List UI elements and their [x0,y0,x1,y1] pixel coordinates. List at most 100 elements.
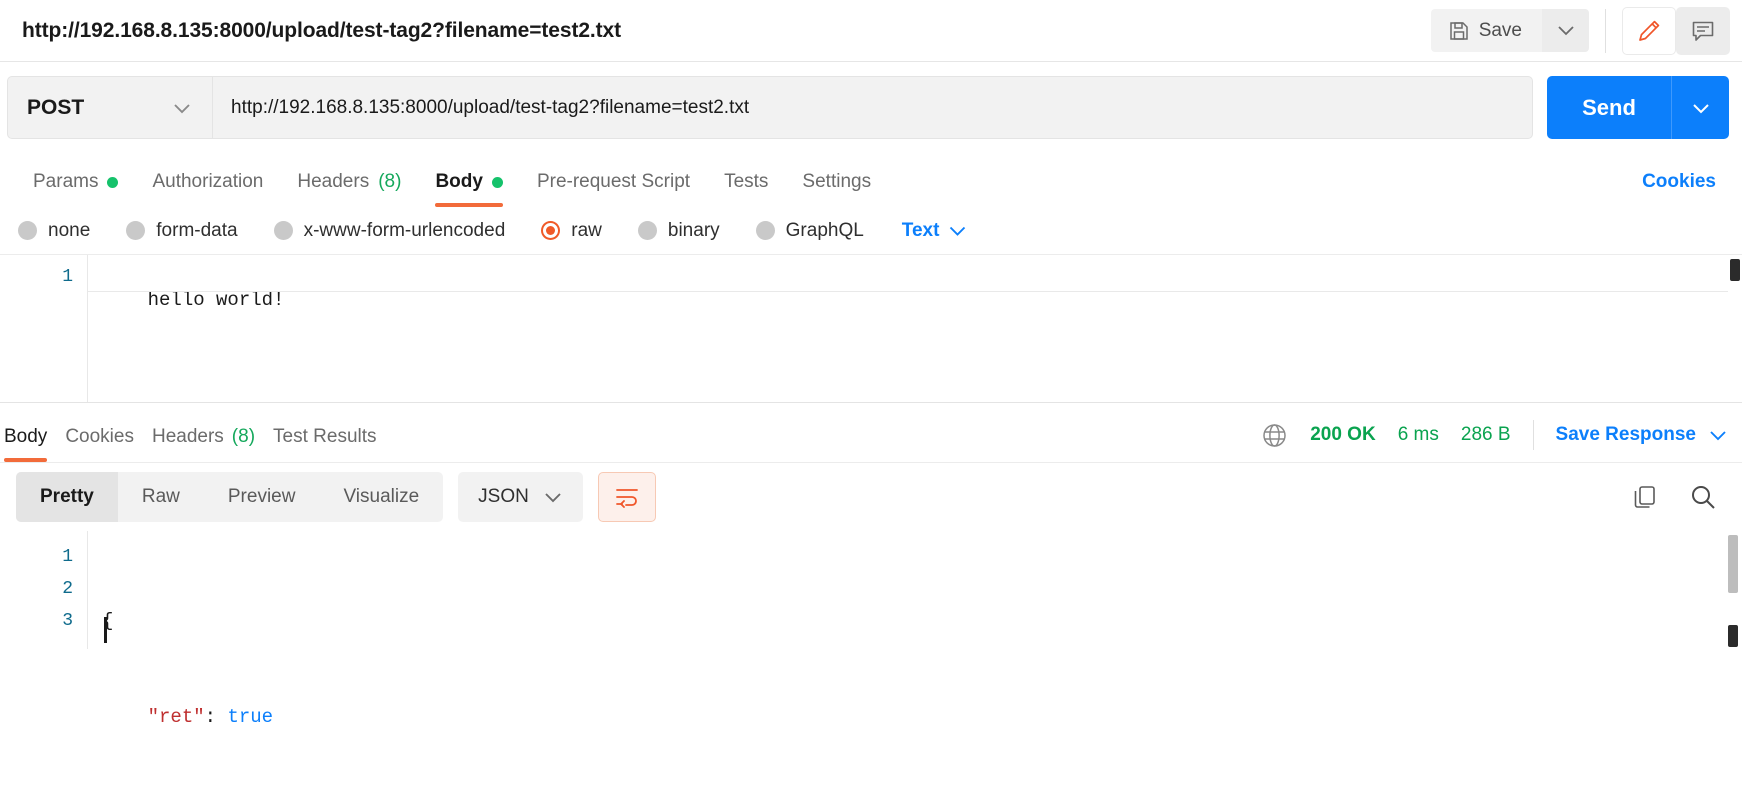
response-time: 6 ms [1397,424,1439,445]
chevron-down-icon [1691,102,1711,114]
response-view-segmented-control: Pretty Raw Preview Visualize [16,472,444,522]
response-format-select[interactable]: JSON [458,472,583,522]
body-type-form-data[interactable]: form-data [126,220,238,242]
comment-button[interactable] [1676,7,1730,55]
search-icon [1689,483,1717,511]
pencil-icon [1636,18,1662,44]
tab-tests[interactable]: Tests [707,171,785,207]
json-separator: : [204,706,228,728]
chevron-down-icon [172,102,192,114]
request-body-editor[interactable]: 1 hello world! [0,255,1742,403]
request-header-bar: http://192.168.8.135:8000/upload/test-ta… [0,0,1742,62]
response-view-visualize[interactable]: Visualize [319,472,443,522]
tab-params-label: Params [33,171,99,192]
json-key: "ret" [147,706,205,728]
response-gutter: 1 2 3 [0,531,88,649]
response-tab-body-label: Body [4,426,48,447]
save-response-label: Save Response [1555,424,1696,445]
tab-headers-count: (8) [378,171,402,192]
line-number: 1 [62,547,73,567]
response-scrollbar-track[interactable] [1728,535,1738,593]
tab-settings-label: Settings [802,171,872,192]
tab-authorization[interactable]: Authorization [135,171,280,207]
body-type-raw[interactable]: raw [541,220,602,242]
body-type-binary-label: binary [667,219,720,241]
url-input[interactable] [212,76,1533,139]
response-scrollbar-thumb[interactable] [1728,625,1738,647]
response-tab-headers[interactable]: Headers (8) [152,426,273,462]
response-tab-body[interactable]: Body [4,426,65,462]
unsaved-dot-icon [491,176,503,188]
radio-icon[interactable] [273,221,293,240]
response-format-label: JSON [478,486,529,507]
comment-icon [1690,18,1716,44]
send-button[interactable]: Send [1547,76,1671,139]
editor-line-underline [88,291,1728,292]
body-type-binary[interactable]: binary [637,219,720,242]
text-cursor [104,617,107,643]
save-options-button[interactable] [1542,9,1589,52]
response-json-line-2: "ret": true [102,701,1742,733]
request-tabs: Params Authorization Headers (8) Body Pr… [0,153,1742,207]
response-tabs-bar: Body Cookies Headers (8) Test Results 20… [0,403,1742,463]
save-button-label: Save [1478,19,1522,41]
tab-pre-request-script[interactable]: Pre-request Script [520,171,707,207]
body-type-x-www-form-urlencoded[interactable]: x-www-form-urlencoded [273,219,506,242]
body-format-select[interactable]: Text [902,220,968,242]
response-view-preview[interactable]: Preview [204,472,320,522]
response-tab-test-results-label: Test Results [273,426,377,447]
response-json-line-3: } [102,797,1742,802]
body-type-none-label: none [48,219,91,241]
cookies-link[interactable]: Cookies [1642,171,1726,207]
tab-body[interactable]: Body [418,171,520,207]
json-value: true [227,706,274,728]
chevron-down-icon [1557,25,1575,36]
radio-icon[interactable] [126,221,146,240]
edit-request-button[interactable] [1622,6,1676,55]
line-number: 2 [62,579,73,599]
tab-pre-request-script-label: Pre-request Script [536,171,691,192]
tab-headers-label: Headers [297,171,370,192]
word-wrap-toggle[interactable] [597,472,656,522]
radio-icon[interactable] [18,221,37,240]
save-button[interactable]: Save [1430,9,1542,52]
response-tab-cookies-label: Cookies [65,426,134,447]
send-options-button[interactable] [1671,76,1729,139]
search-response-button[interactable] [1680,474,1726,520]
url-row: POST Send [0,62,1742,153]
response-tab-headers-label: Headers [151,426,224,447]
body-type-x-www-form-urlencoded-label: x-www-form-urlencoded [303,219,506,241]
request-body-code[interactable]: hello world! [88,255,1742,402]
chevron-down-icon [1708,429,1728,441]
comment-button-wrap [1676,6,1730,55]
http-method-select[interactable]: POST [7,76,212,139]
save-button-group: Save [1430,9,1589,52]
response-view-toolbar: Pretty Raw Preview Visualize JSON [0,463,1742,531]
line-number: 3 [62,611,73,631]
floppy-disk-icon [1448,20,1470,42]
response-body-viewer[interactable]: 1 2 3 { "ret": true } [0,531,1742,728]
tab-params[interactable]: Params [16,171,135,207]
request-editor-gutter: 1 [0,255,88,402]
body-type-graphql-label: GraphQL [785,219,864,241]
request-body-text: hello world! [147,289,285,311]
response-tab-test-results[interactable]: Test Results [273,426,394,462]
radio-icon[interactable] [637,221,657,240]
response-view-pretty[interactable]: Pretty [16,472,118,522]
request-editor-scrollbar[interactable] [1730,259,1740,281]
body-format-label: Text [901,219,940,241]
copy-icon [1631,483,1659,511]
radio-icon-selected[interactable] [541,221,561,240]
tab-body-label: Body [435,171,483,192]
tab-settings[interactable]: Settings [785,171,888,207]
save-response-button[interactable]: Save Response [1556,424,1728,446]
copy-response-button[interactable] [1622,474,1668,520]
response-json-code: { "ret": true } [88,531,1742,728]
body-type-graphql[interactable]: GraphQL [755,219,864,242]
response-tab-cookies[interactable]: Cookies [65,426,152,462]
response-view-raw[interactable]: Raw [118,472,204,522]
chevron-down-icon [543,491,563,503]
body-type-none[interactable]: none [18,220,90,242]
tab-headers[interactable]: Headers (8) [280,171,418,207]
radio-icon[interactable] [755,221,775,240]
